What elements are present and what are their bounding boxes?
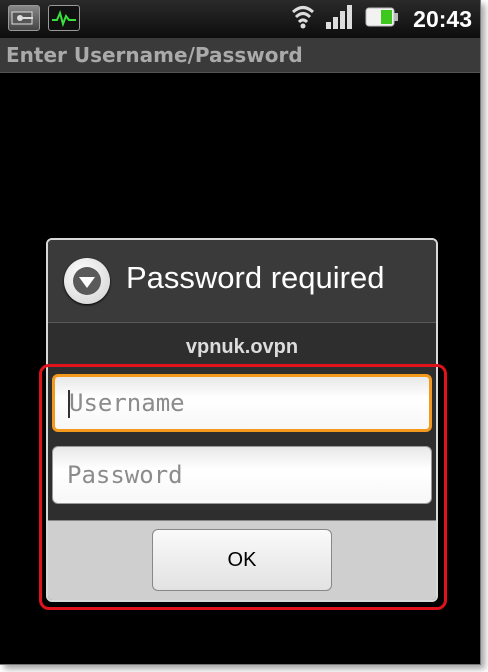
wifi-icon [291,4,315,34]
app-title: Enter Username/Password [6,43,303,67]
username-field[interactable] [52,374,432,432]
text-caret [68,390,70,418]
dialog-button-bar: OK [48,520,436,600]
password-dialog: Password required vpnuk.ovpn OK [46,238,438,602]
status-bar: 20:43 [0,0,480,38]
password-field[interactable] [52,446,432,504]
app-title-bar: Enter Username/Password [0,38,480,73]
ok-button-label: OK [227,548,257,571]
phone-screen: 20:43 Enter Username/Password Password r… [0,0,481,665]
dialog-message: vpnuk.ovpn [185,336,299,358]
vpn-key-icon [8,5,40,31]
activity-monitor-icon [48,5,80,31]
dialog-header: Password required [48,240,436,323]
signal-icon [325,4,355,34]
status-clock: 20:43 [413,5,472,32]
dialog-title: Password required [126,260,385,295]
chevron-down-circle-icon [64,258,110,304]
battery-icon [365,6,399,32]
ok-button[interactable]: OK [152,529,332,591]
